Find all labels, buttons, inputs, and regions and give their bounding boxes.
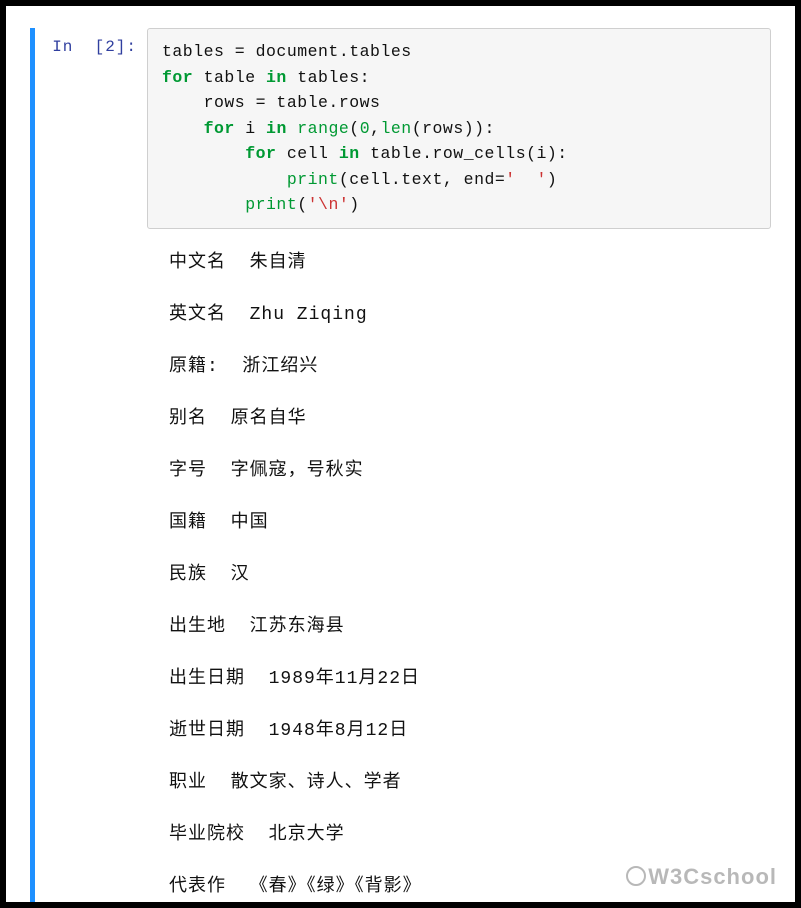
input-prompt: In [2]: [39,28,147,56]
code-input-area[interactable]: tables = document.tables for table in ta… [147,28,771,229]
output-line: 出生日期 1989年11月22日 [169,663,763,689]
output-line: 民族 汉 [169,559,763,585]
output-line: 毕业院校 北京大学 [169,819,763,845]
output-line: 国籍 中国 [169,507,763,533]
output-line: 代表作 《春》《绿》《背影》 [169,871,763,897]
page-frame: In [2]: tables = document.tables for tab… [0,0,801,908]
output-line: 中文名 朱自清 [169,247,763,273]
output-line: 逝世日期 1948年8月12日 [169,715,763,741]
cell-output-area: 中文名 朱自清英文名 Zhu Ziqing 原籍: 浙江绍兴别名 原名自华字号 字… [147,229,771,908]
output-line: 出生地 江苏东海县 [169,611,763,637]
output-line: 职业 散文家、诗人、学者 [169,767,763,793]
output-line: 英文名 Zhu Ziqing [169,299,763,325]
notebook-wrap: In [2]: tables = document.tables for tab… [6,6,795,908]
output-line: 别名 原名自华 [169,403,763,429]
notebook-cell: In [2]: tables = document.tables for tab… [30,28,771,908]
output-line: 原籍: 浙江绍兴 [169,351,763,377]
cell-input-row: In [2]: tables = document.tables for tab… [39,28,771,229]
output-line: 字号 字佩寇，号秋实 [169,455,763,481]
